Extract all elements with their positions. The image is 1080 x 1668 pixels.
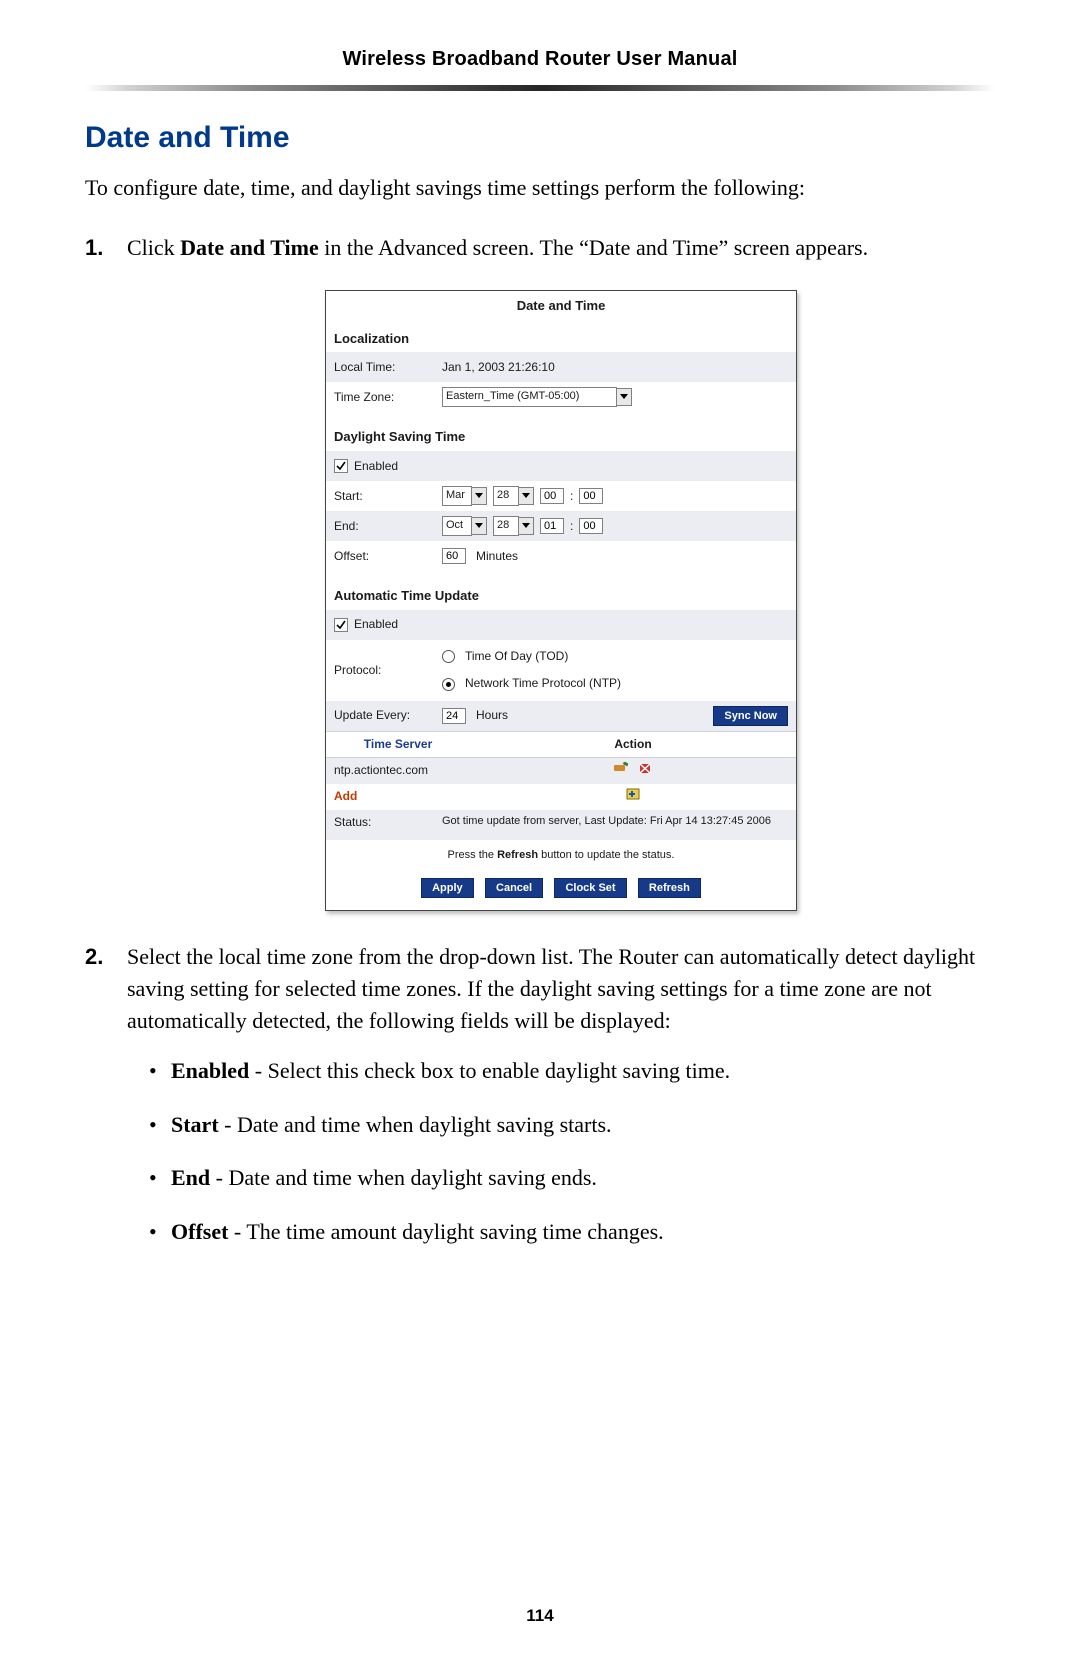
page-number: 114: [0, 1606, 1080, 1626]
time-server-value: ntp.actiontec.com: [326, 758, 470, 783]
timezone-value: Eastern_Time (GMT-05:00): [442, 387, 617, 407]
protocol-tod-label: Time Of Day (TOD): [465, 648, 568, 665]
start-label: Start:: [334, 488, 442, 505]
chevron-down-icon[interactable]: [472, 487, 487, 505]
apply-button[interactable]: Apply: [421, 878, 474, 898]
dst-enabled-label: Enabled: [354, 458, 398, 475]
th-action: Action: [470, 732, 796, 757]
step-2: Select the local time zone from the drop…: [85, 941, 995, 1248]
start-day-select[interactable]: 28: [493, 486, 534, 506]
chevron-down-icon[interactable]: [472, 517, 487, 535]
protocol-label: Protocol:: [334, 648, 442, 679]
local-time-value: Jan 1, 2003 21:26:10: [442, 359, 555, 376]
start-month-select[interactable]: Mar: [442, 486, 487, 506]
time-colon: :: [564, 518, 579, 535]
offset-unit: Minutes: [466, 548, 518, 565]
offset-input[interactable]: [442, 548, 466, 564]
protocol-ntp-label: Network Time Protocol (NTP): [465, 675, 621, 692]
start-min-input[interactable]: [579, 488, 603, 504]
step-1-bold: Date and Time: [180, 235, 319, 260]
sync-now-button[interactable]: Sync Now: [713, 706, 788, 726]
bullet-enabled: Enabled - Select this check box to enabl…: [149, 1055, 995, 1087]
protocol-tod-radio[interactable]: [442, 650, 455, 663]
cancel-button[interactable]: Cancel: [485, 878, 543, 898]
chevron-down-icon[interactable]: [519, 487, 534, 505]
refresh-note: Press the Refresh button to update the s…: [326, 840, 796, 878]
step-1-text-c: in the Advanced screen. The “Date and Ti…: [319, 235, 868, 260]
status-value: Got time update from server, Last Update…: [442, 814, 771, 828]
end-month-select[interactable]: Oct: [442, 516, 487, 536]
end-min-input[interactable]: [579, 518, 603, 534]
header-rule: [85, 85, 995, 91]
bullet-end: End - Date and time when daylight saving…: [149, 1162, 995, 1194]
chevron-down-icon[interactable]: [519, 517, 534, 535]
status-label: Status:: [334, 814, 442, 831]
atu-enabled-checkbox[interactable]: [334, 618, 348, 632]
step-2-text: Select the local time zone from the drop…: [127, 944, 975, 1033]
chevron-down-icon[interactable]: [617, 388, 632, 406]
localization-header: Localization: [326, 326, 796, 353]
edit-icon[interactable]: [614, 762, 628, 779]
end-hour-input[interactable]: [540, 518, 564, 534]
time-colon: :: [564, 488, 579, 505]
step-1-text-a: Click: [127, 235, 180, 260]
th-time-server: Time Server: [326, 732, 470, 757]
atu-enabled-label: Enabled: [354, 616, 398, 633]
dst-header: Daylight Saving Time: [326, 424, 796, 451]
server-table-header: Time Server Action: [326, 731, 796, 758]
add-icon[interactable]: [625, 790, 641, 804]
refresh-button[interactable]: Refresh: [638, 878, 701, 898]
offset-label: Offset:: [334, 548, 442, 565]
atu-header: Automatic Time Update: [326, 583, 796, 610]
date-time-screenshot: Date and Time Localization Local Time: J…: [325, 290, 797, 911]
timezone-select[interactable]: Eastern_Time (GMT-05:00): [442, 387, 632, 407]
dst-enabled-checkbox[interactable]: [334, 459, 348, 473]
section-title: Date and Time: [85, 121, 995, 155]
update-unit: Hours: [466, 707, 508, 724]
panel-title: Date and Time: [326, 291, 796, 322]
timezone-label: Time Zone:: [334, 389, 442, 406]
intro-text: To configure date, time, and daylight sa…: [85, 173, 995, 204]
clock-set-button[interactable]: Clock Set: [554, 878, 626, 898]
add-link[interactable]: Add: [334, 789, 357, 803]
local-time-label: Local Time:: [334, 359, 442, 376]
delete-icon[interactable]: [638, 762, 652, 779]
bullet-offset: Offset - The time amount daylight saving…: [149, 1216, 995, 1248]
step-1: Click Date and Time in the Advanced scre…: [85, 232, 995, 911]
end-day-select[interactable]: 28: [493, 516, 534, 536]
page-header: Wireless Broadband Router User Manual: [85, 48, 995, 71]
update-every-input[interactable]: [442, 708, 466, 724]
update-every-label: Update Every:: [334, 707, 442, 724]
bullet-start: Start - Date and time when daylight savi…: [149, 1109, 995, 1141]
protocol-ntp-radio[interactable]: [442, 678, 455, 691]
end-label: End:: [334, 518, 442, 535]
start-hour-input[interactable]: [540, 488, 564, 504]
